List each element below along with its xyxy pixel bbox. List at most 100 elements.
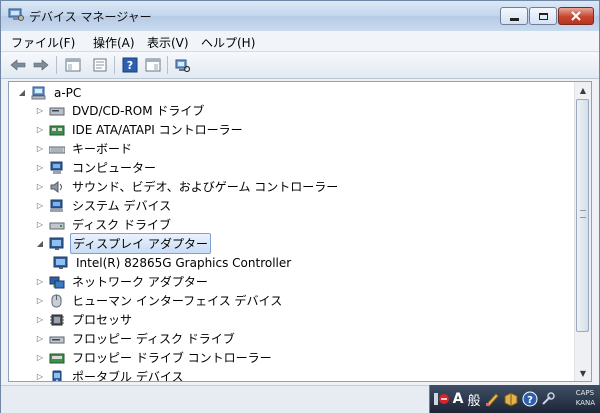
expand-arrow-icon[interactable]: ▷ — [35, 201, 45, 211]
device-category[interactable]: ▷ システム デバイス — [35, 196, 173, 215]
forward-button[interactable] — [32, 56, 50, 74]
scroll-down-arrow-icon: ▼ — [579, 368, 587, 378]
tree-item-label: ディスク ドライブ — [72, 218, 171, 232]
sound-icon — [49, 180, 65, 194]
svg-text:?: ? — [527, 395, 533, 406]
help-button[interactable]: ? — [121, 56, 139, 74]
device-node[interactable]: Intel(R) 82865G Graphics Controller — [53, 253, 293, 272]
kana-indicator: KANA — [575, 399, 595, 407]
ime-pad-icon — [486, 393, 499, 407]
input-mode-indicator[interactable]: A — [452, 389, 464, 409]
device-category[interactable]: ▷ ヒューマン インターフェイス デバイス — [35, 291, 284, 310]
expand-arrow-icon[interactable]: ▷ — [35, 163, 45, 173]
device-category[interactable]: ▷ キーボード — [35, 139, 134, 158]
device-manager-app-icon[interactable] — [8, 8, 24, 22]
expand-arrow-icon[interactable]: ▷ — [35, 182, 45, 192]
ime-toolbar-icon[interactable] — [433, 389, 449, 409]
toolbar-separator — [56, 56, 57, 74]
scan-hardware-icon — [175, 59, 190, 73]
floppy-drive-icon — [49, 332, 65, 346]
menu-action[interactable]: 操作(A) — [93, 34, 135, 51]
dvd-drive-icon — [49, 104, 65, 118]
device-category[interactable]: ▷ ネットワーク アダプター — [35, 272, 210, 291]
close-button[interactable] — [558, 7, 594, 25]
minimize-icon — [509, 17, 519, 21]
tree-item-label: ポータブル デバイス — [72, 370, 184, 382]
tree-root-label: a-PC — [54, 85, 82, 100]
floppy-controller-icon — [49, 351, 65, 365]
tree-item-label: DVD/CD-ROM ドライブ — [72, 104, 205, 118]
tree-item-label: システム デバイス — [72, 199, 172, 213]
network-adapter-icon — [49, 275, 65, 289]
ime-tools-button[interactable] — [541, 389, 555, 409]
tree-item-label: コンピューター — [72, 161, 157, 175]
expand-arrow-icon[interactable]: ▷ — [35, 315, 45, 325]
device-category[interactable]: ▷ サウンド、ビデオ、およびゲーム コントローラー — [35, 177, 340, 196]
back-icon — [10, 59, 26, 71]
ime-help-button[interactable]: ? — [522, 389, 538, 409]
device-category[interactable]: ▷ IDE ATA/ATAPI コントローラー — [35, 120, 245, 139]
menu-file[interactable]: ファイル(F) — [11, 34, 75, 51]
tree-item-label: キーボード — [72, 142, 133, 156]
tree-item-label: IDE ATA/ATAPI コントローラー — [72, 123, 243, 137]
tree-item-label: サウンド、ビデオ、およびゲーム コントローラー — [72, 180, 339, 194]
device-category[interactable]: ◢ ディスプレイ アダプター — [35, 233, 211, 254]
scroll-down-button[interactable]: ▼ — [575, 365, 591, 381]
tree-root[interactable]: ◢ a-PC — [17, 83, 83, 102]
collapse-arrow-icon[interactable]: ◢ — [35, 239, 45, 249]
show-hide-console-tree-icon — [65, 58, 81, 72]
help-icon: ? — [522, 391, 538, 407]
expand-arrow-icon[interactable]: ▷ — [35, 372, 45, 381]
device-category[interactable]: ▷ フロッピー ドライブ コントローラー — [35, 348, 274, 367]
caps-indicator: CAPS — [575, 389, 595, 397]
expand-arrow-icon[interactable]: ▷ — [35, 334, 45, 344]
expand-arrow-icon[interactable]: ▷ — [35, 296, 45, 306]
dictionary-button[interactable] — [503, 389, 519, 409]
action-pane-button[interactable] — [144, 56, 162, 74]
menu-help[interactable]: ヘルプ(H) — [201, 34, 255, 51]
collapse-arrow-icon[interactable]: ◢ — [17, 88, 27, 98]
scrollbar-thumb[interactable] — [576, 99, 589, 332]
computer-icon — [49, 161, 65, 175]
scroll-up-arrow-icon: ▲ — [579, 85, 587, 95]
window-title: デバイス マネージャー — [29, 10, 152, 24]
conversion-mode-indicator[interactable]: 般 — [467, 389, 481, 409]
tree-item-label: Intel(R) 82865G Graphics Controller — [76, 255, 292, 270]
ime-pad-button[interactable] — [484, 389, 500, 409]
close-icon — [571, 11, 581, 21]
properties-button[interactable] — [91, 56, 109, 74]
help-icon: ? — [122, 57, 138, 73]
minimize-button[interactable] — [500, 7, 528, 25]
system-device-icon — [49, 199, 65, 213]
device-category[interactable]: ▷ ディスク ドライブ — [35, 215, 173, 234]
expand-arrow-icon[interactable]: ▷ — [35, 144, 45, 154]
tree-item-label: ディスプレイ アダプター — [70, 233, 211, 254]
expand-arrow-icon[interactable]: ▷ — [35, 125, 45, 135]
device-category[interactable]: ▷ フロッピー ディスク ドライブ — [35, 329, 237, 348]
maximize-button[interactable] — [529, 7, 557, 25]
title-bar[interactable]: デバイス マネージャー — [1, 1, 599, 32]
tools-icon — [542, 392, 555, 405]
toolbar-separator — [114, 56, 115, 74]
device-category[interactable]: ▷ コンピューター — [35, 158, 158, 177]
show-hide-tree-button[interactable] — [64, 56, 82, 74]
device-category[interactable]: ▷ プロセッサ — [35, 310, 134, 329]
scroll-up-button[interactable]: ▲ — [575, 82, 591, 98]
scan-hardware-button[interactable] — [173, 56, 191, 74]
disk-drive-icon — [49, 218, 65, 232]
back-button[interactable] — [9, 56, 27, 74]
expand-arrow-icon[interactable]: ▷ — [35, 106, 45, 116]
device-category[interactable]: ▷ DVD/CD-ROM ドライブ — [35, 101, 206, 120]
menu-view[interactable]: 表示(V) — [147, 34, 189, 51]
expand-arrow-icon[interactable]: ▷ — [35, 277, 45, 287]
display-adapter-icon — [49, 237, 65, 251]
expand-arrow-icon[interactable]: ▷ — [35, 220, 45, 230]
expand-arrow-icon[interactable]: ▷ — [35, 353, 45, 363]
tree-item-label: ヒューマン インターフェイス デバイス — [72, 294, 283, 308]
device-tree-pane[interactable]: ◢ a-PC ▷ DVD/CD-ROM ドライブ ▷ IDE ATA/ATAPI コン… — [8, 81, 592, 382]
vertical-scrollbar[interactable]: ▲ ▼ — [574, 82, 591, 381]
language-bar[interactable]: A 般 ? CAPS KANA — [429, 385, 600, 413]
device-category[interactable]: ▷ ポータブル デバイス — [35, 367, 185, 382]
display-adapter-icon — [53, 256, 69, 270]
caps-kana-indicator: CAPS KANA — [576, 388, 595, 408]
